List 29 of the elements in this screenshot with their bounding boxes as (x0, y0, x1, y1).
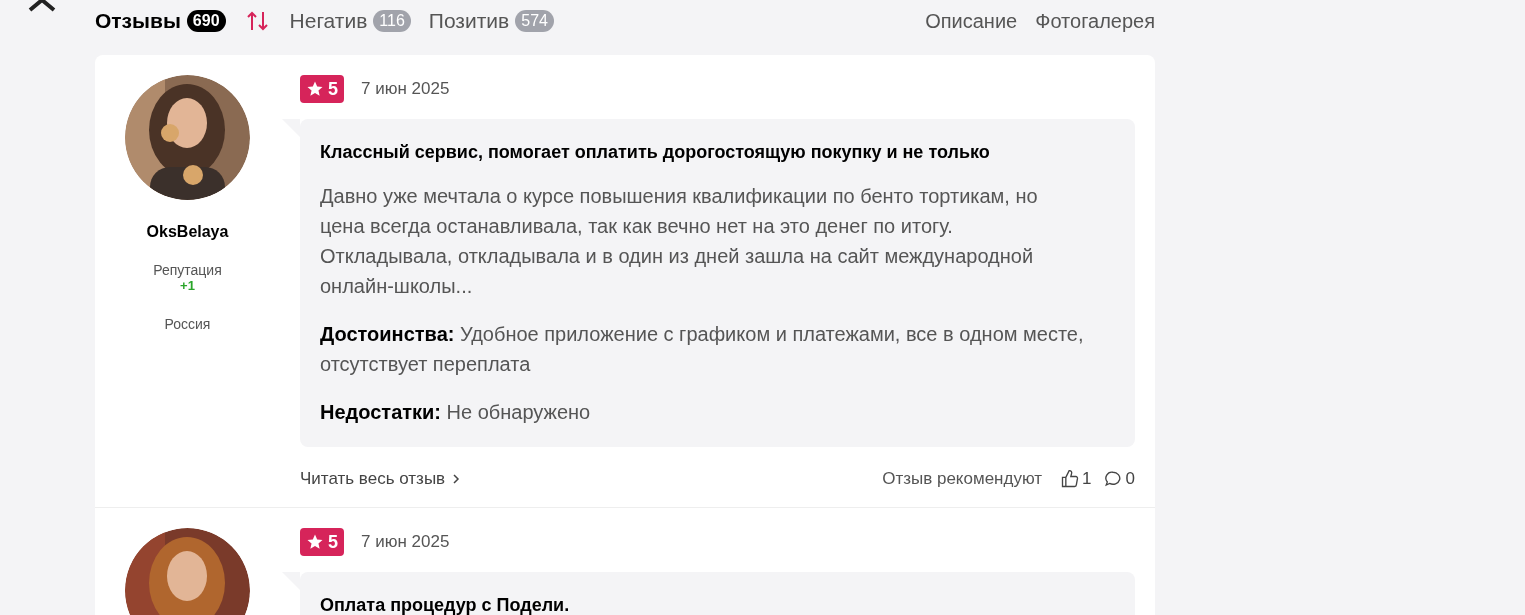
chevron-right-icon (451, 473, 462, 485)
close-chevron-icon[interactable] (26, 0, 57, 14)
reputation-value: +1 (180, 278, 195, 294)
author-name[interactable]: OksBelaya (146, 220, 229, 244)
star-icon (306, 80, 324, 98)
like-button[interactable]: 1 (1060, 466, 1092, 492)
comment-icon (1103, 470, 1122, 488)
country: Россия (164, 315, 211, 334)
recommend-label: Отзыв рекомендуют (882, 468, 1043, 491)
comments-button[interactable]: 0 (1103, 466, 1135, 492)
cons-text: Недостатки: Не обнаружено (320, 400, 592, 425)
pros-text: Достоинства: Удобное приложение с графиком и платежами, все в одном месте, отсутствует переплата (320, 322, 1085, 377)
star-icon (306, 533, 324, 551)
rating-badge: 5 (300, 75, 344, 103)
section-link[interactable]: Описание (925, 6, 1018, 36)
sort-icon[interactable] (245, 10, 270, 32)
section-link[interactable]: Фотогалерея (1035, 6, 1155, 36)
review-title[interactable]: Оплата процедур с Подели. (320, 592, 1115, 615)
review-text: Давно уже мечтала о курсе повышения квалификации по бенто тортикам, но цена всегда останавливала, так как вечно нет на это денег по итогу. Откладывала, откладывала и в один из дней зашла на сайт международной онлайн-школы... (320, 184, 1039, 299)
reputation-label: Репутация (153, 262, 222, 278)
review-tab[interactable]: Отзывы 690 (95, 5, 226, 37)
thumbs-up-icon (1060, 469, 1081, 489)
read-more-link[interactable]: Читать весь отзыв (300, 466, 462, 492)
review-date: 7 июн 2025 (361, 531, 450, 554)
review-title[interactable]: Классный сервис, помогает оплатить дорогостоящую покупку и не только (320, 139, 1115, 165)
review-tab[interactable]: Негатив 116 (289, 5, 411, 37)
review-tab[interactable]: Позитив 574 (428, 5, 554, 37)
review-date: 7 июн 2025 (361, 78, 450, 101)
rating-badge: 5 (300, 528, 344, 556)
